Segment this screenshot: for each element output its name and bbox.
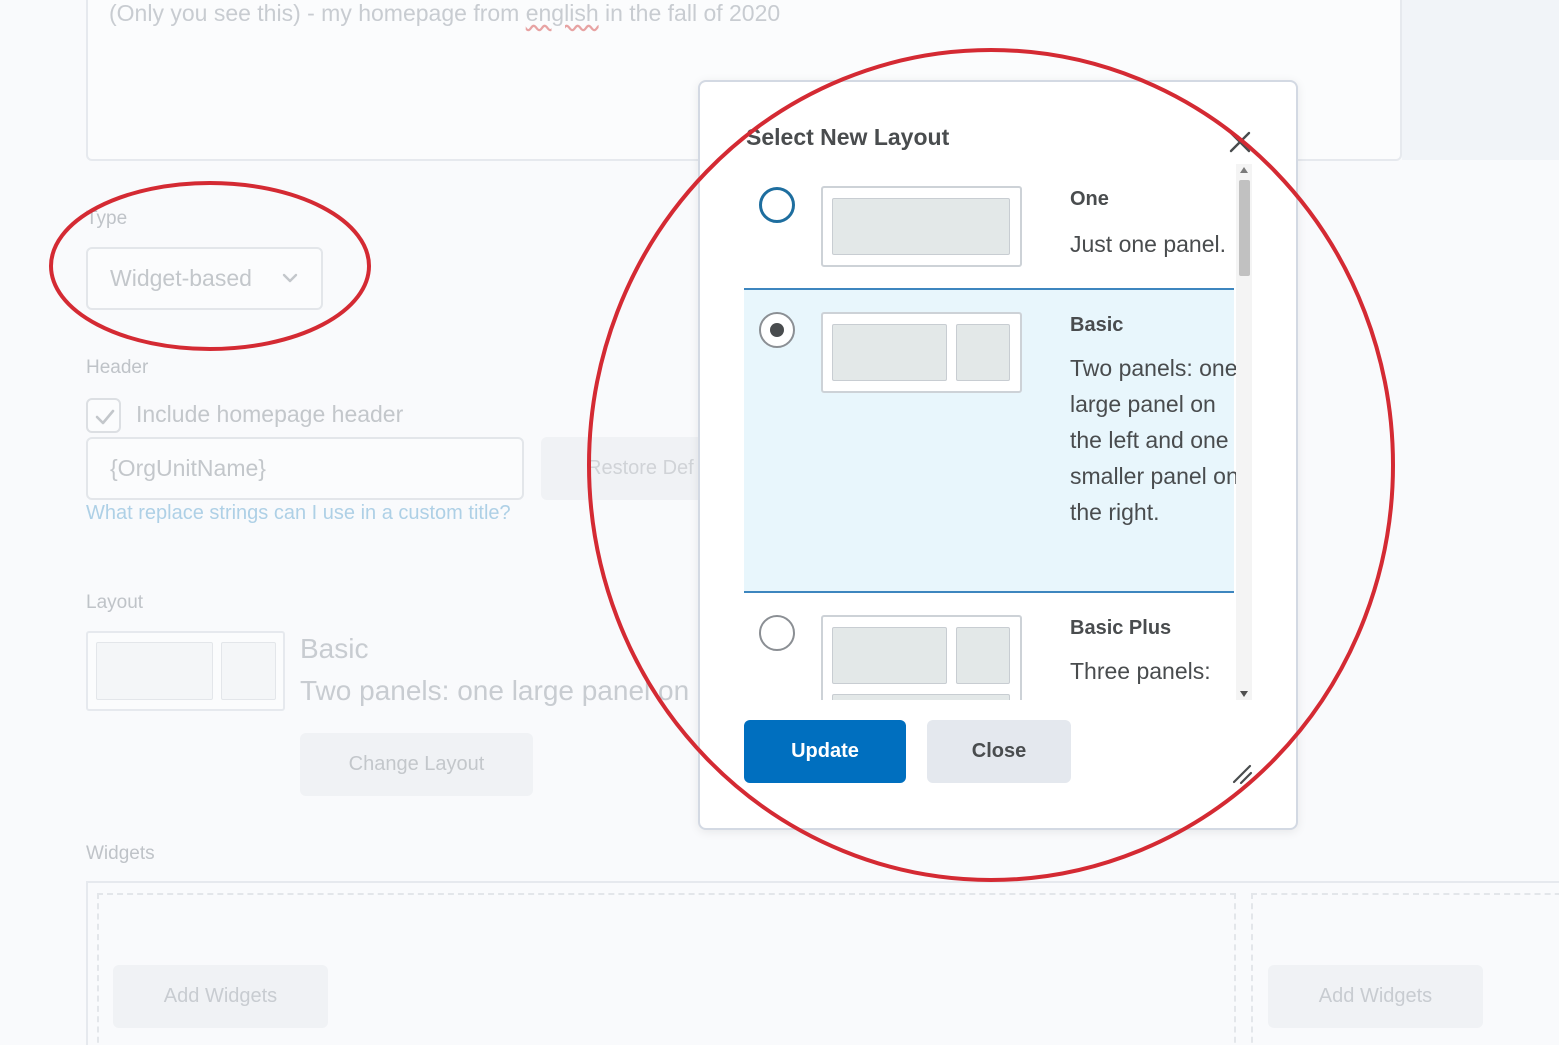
options-scrollbar[interactable] xyxy=(1236,164,1252,700)
change-layout-button[interactable]: Change Layout xyxy=(300,733,533,796)
radio-basic-plus[interactable] xyxy=(759,615,795,651)
select-layout-dialog: Select New Layout One Just one panel. Ba… xyxy=(698,80,1298,830)
close-icon[interactable] xyxy=(1228,130,1252,154)
thumbnail-one xyxy=(821,186,1022,267)
checkmark-icon xyxy=(95,409,115,425)
resize-grip-icon[interactable] xyxy=(1230,762,1254,786)
header-title-value: {OrgUnitName} xyxy=(110,455,266,481)
layout-panel-small xyxy=(221,642,276,700)
thumbnail-basic xyxy=(821,312,1022,393)
option-description: Just one panel. xyxy=(1070,231,1227,257)
thumbnail-panel-large xyxy=(832,324,947,381)
scroll-down-arrow-icon[interactable] xyxy=(1240,691,1248,697)
layout-options-list[interactable]: One Just one panel. Basic Two panels: on… xyxy=(744,164,1252,700)
thumbnail-basic-plus xyxy=(821,615,1022,700)
thumbnail-panel-bottom xyxy=(832,694,1010,700)
chevron-down-icon xyxy=(282,273,298,283)
thumbnail-panel-small xyxy=(956,324,1010,381)
layout-label: Layout xyxy=(86,592,144,613)
description-text: (Only you see this) - my homepage from e… xyxy=(109,0,781,26)
radio-dot xyxy=(770,323,784,337)
dialog-title: Select New Layout xyxy=(746,124,950,150)
update-button[interactable]: Update xyxy=(744,720,906,783)
right-panel-strip xyxy=(1402,0,1559,160)
radio-basic[interactable] xyxy=(759,312,795,348)
add-widgets-button-right[interactable]: Add Widgets xyxy=(1268,965,1483,1028)
current-layout-name: Basic xyxy=(300,633,369,664)
misspelled-word: english xyxy=(525,0,599,26)
include-header-label: Include homepage header xyxy=(136,401,404,427)
header-title-input[interactable]: {OrgUnitName} xyxy=(86,437,524,500)
current-layout-description: Two panels: one large panel on xyxy=(300,675,690,706)
option-name: One xyxy=(1070,188,1109,210)
layout-option-one[interactable]: One Just one panel. xyxy=(744,164,1234,288)
header-label: Header xyxy=(86,357,149,378)
current-layout-thumbnail xyxy=(86,631,285,711)
option-description: Two panels: one large panel on the left … xyxy=(1070,355,1239,525)
thumbnail-panel-small xyxy=(956,627,1010,684)
scrollbar-thumb[interactable] xyxy=(1239,180,1250,276)
thumbnail-panel xyxy=(832,198,1010,255)
option-name: Basic Plus xyxy=(1070,617,1172,639)
close-button[interactable]: Close xyxy=(927,720,1071,783)
add-widgets-button-left[interactable]: Add Widgets xyxy=(113,965,328,1028)
thumbnail-panel-large xyxy=(832,627,947,684)
layout-option-basic-plus[interactable]: Basic Plus Three panels: xyxy=(744,593,1234,700)
option-description: Three panels: xyxy=(1070,658,1211,684)
layout-option-basic[interactable]: Basic Two panels: one large panel on the… xyxy=(744,288,1239,593)
replace-strings-help-link[interactable]: What replace strings can I use in a cust… xyxy=(86,502,511,525)
include-header-checkbox[interactable] xyxy=(86,398,121,433)
type-select-value: Widget-based xyxy=(110,265,252,291)
radio-one[interactable] xyxy=(759,187,795,223)
type-label: Type xyxy=(86,208,128,229)
type-select[interactable]: Widget-based xyxy=(86,247,323,310)
widgets-label: Widgets xyxy=(86,843,155,864)
layout-panel-large xyxy=(96,642,213,700)
scroll-up-arrow-icon[interactable] xyxy=(1240,167,1248,173)
option-name: Basic xyxy=(1070,314,1124,336)
